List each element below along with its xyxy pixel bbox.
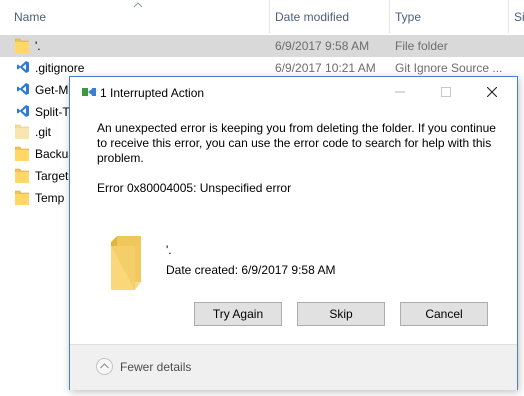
column-divider[interactable] bbox=[389, 0, 390, 33]
minimize-button[interactable] bbox=[377, 78, 423, 106]
column-name[interactable]: Name bbox=[14, 10, 46, 24]
interrupted-action-dialog: 1 Interrupted Action An unexpected error… bbox=[69, 76, 518, 390]
minimize-icon bbox=[395, 91, 405, 93]
file-name: Target bbox=[35, 169, 69, 183]
file-date: 6/9/2017 10:21 AM bbox=[275, 61, 376, 75]
try-again-button[interactable]: Try Again bbox=[194, 302, 282, 326]
error-code: Error 0x80004005: Unspecified error bbox=[97, 181, 292, 195]
file-type: File folder bbox=[395, 39, 448, 53]
folder-icon bbox=[111, 236, 141, 290]
folder-icon bbox=[15, 146, 29, 161]
cancel-button[interactable]: Cancel bbox=[400, 302, 488, 326]
vscode-file-icon bbox=[17, 105, 29, 117]
file-name: .git bbox=[35, 125, 52, 139]
column-header-bar: Name Date modified Type Si bbox=[0, 0, 524, 33]
fewer-details-link[interactable]: Fewer details bbox=[120, 360, 191, 374]
column-date-modified[interactable]: Date modified bbox=[275, 10, 349, 24]
column-divider[interactable] bbox=[269, 0, 270, 33]
file-row-selected[interactable]: '. 6/9/2017 9:58 AM File folder bbox=[0, 35, 524, 57]
fewer-details-toggle[interactable] bbox=[96, 358, 113, 375]
skip-button[interactable]: Skip bbox=[297, 302, 385, 326]
dialog-title: 1 Interrupted Action bbox=[100, 86, 205, 100]
maximize-button[interactable] bbox=[423, 78, 469, 106]
vscode-file-icon bbox=[17, 61, 29, 73]
file-date: 6/9/2017 9:58 AM bbox=[275, 39, 370, 53]
chevron-up-icon bbox=[100, 363, 109, 369]
column-type[interactable]: Type bbox=[395, 10, 421, 24]
file-name: Split-T bbox=[35, 105, 70, 119]
column-size[interactable]: Si bbox=[514, 10, 524, 24]
file-name: Temp bbox=[35, 191, 65, 205]
file-operation-icon bbox=[82, 88, 96, 96]
folder-icon bbox=[15, 168, 29, 183]
vscode-file-icon bbox=[17, 83, 29, 95]
item-name: '. bbox=[166, 243, 172, 257]
dialog-footer: Fewer details bbox=[70, 344, 517, 390]
file-name: .gitignore bbox=[35, 61, 85, 75]
folder-icon bbox=[15, 124, 29, 139]
maximize-icon bbox=[441, 87, 451, 97]
file-type: Git Ignore Source ... bbox=[395, 61, 503, 75]
folder-icon bbox=[15, 38, 29, 53]
file-name: '. bbox=[35, 39, 41, 53]
column-divider[interactable] bbox=[508, 0, 509, 33]
close-button[interactable] bbox=[469, 78, 515, 106]
sort-ascending-icon bbox=[133, 2, 143, 8]
folder-icon bbox=[15, 190, 29, 205]
error-message: An unexpected error is keeping you from … bbox=[97, 121, 496, 165]
item-date-created: Date created: 6/9/2017 9:58 AM bbox=[166, 263, 336, 277]
close-icon bbox=[487, 87, 497, 97]
file-name: Get-M bbox=[35, 83, 69, 97]
